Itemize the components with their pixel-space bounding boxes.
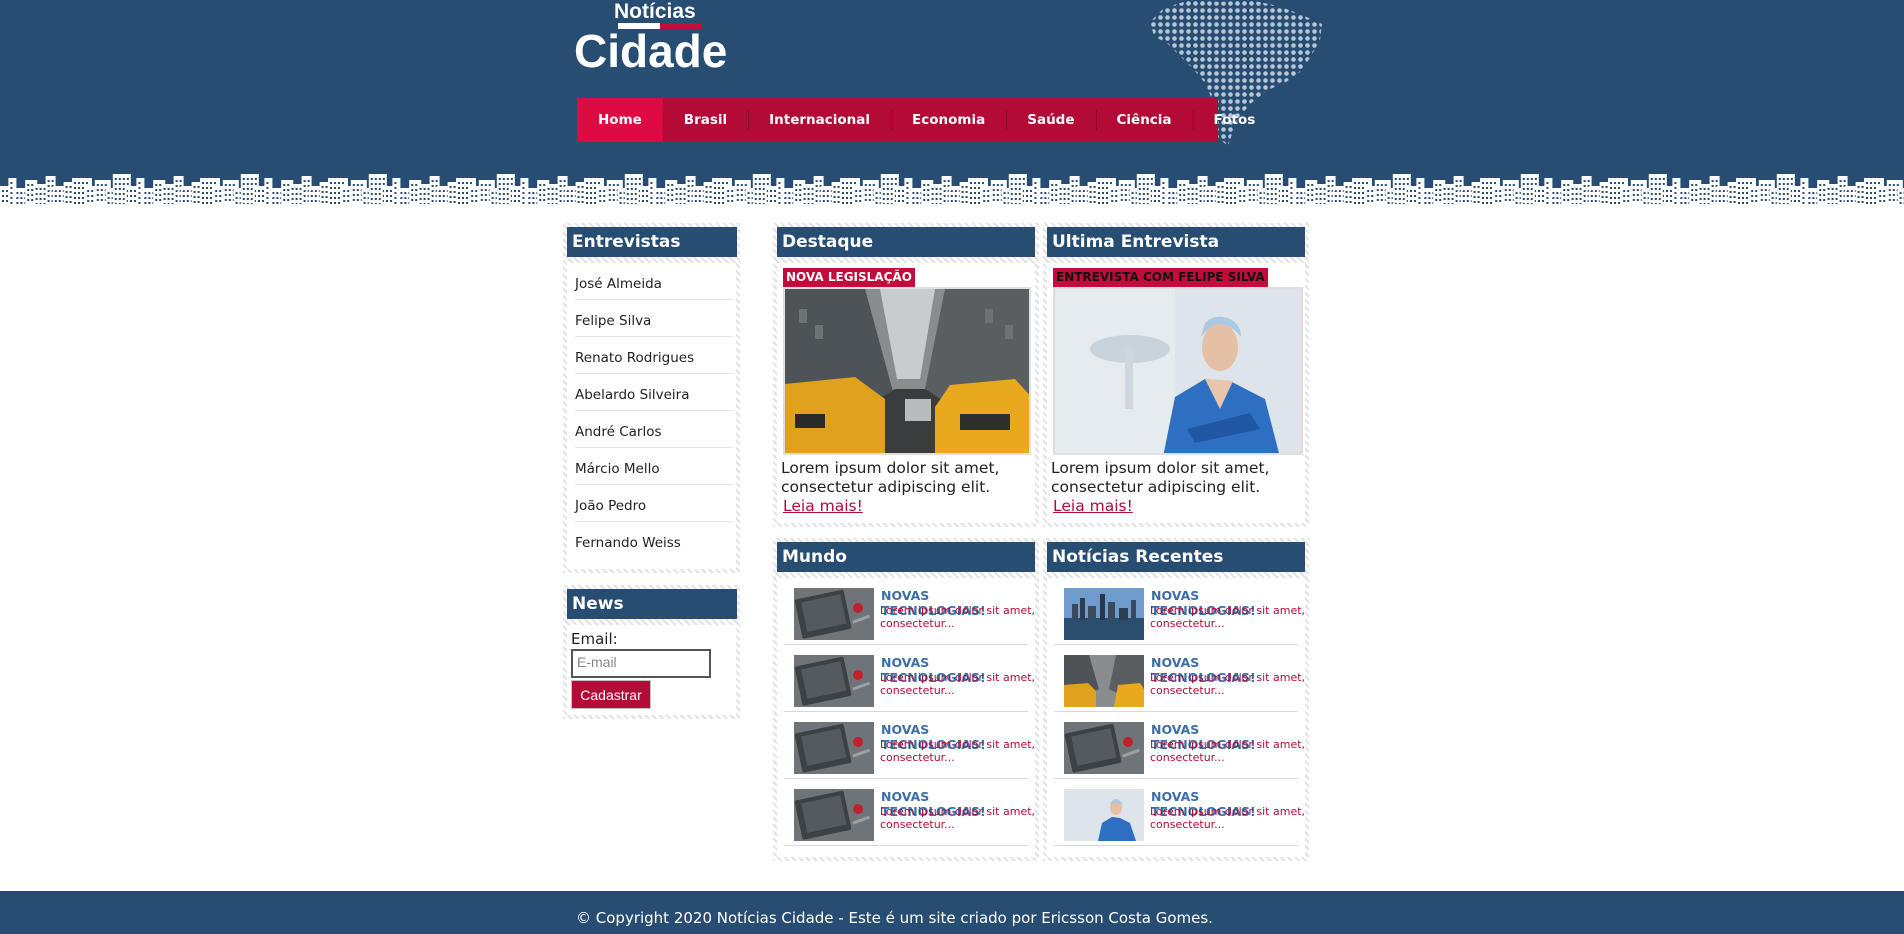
newsletter-panel: News Email: E-mail Cadastrar — [563, 585, 740, 719]
nav-item-economia[interactable]: Economia — [891, 98, 1006, 142]
site-footer: © Copyright 2020 Notícias Cidade - Este … — [0, 891, 1904, 934]
recentes-panel: Notícias Recentes NOVAS TECNOLOGIAS! Lore… — [1043, 538, 1309, 861]
entrevista-caption: Lorem ipsum dolor sit amet, consectetur … — [1051, 459, 1270, 496]
destaque-tag: NOVA LEGISLAÇÃO — [783, 268, 915, 287]
nav-item-saude[interactable]: Saúde — [1006, 98, 1095, 142]
nav-item-internacional[interactable]: Internacional — [748, 98, 891, 142]
mundo-item-excerpt: Lorem ipsum dolor sit amet, consectetur.… — [880, 805, 1036, 831]
entrevista-link[interactable]: Renato Rodrigues — [575, 337, 733, 374]
entrevista-link[interactable]: Abelardo Silveira — [575, 374, 733, 411]
email-label: Email: — [571, 630, 618, 648]
destaque-photo[interactable] — [783, 287, 1031, 455]
recentes-thumbnail[interactable] — [1064, 655, 1144, 707]
logo-big-text: Cidade — [574, 25, 728, 77]
nav-item-ciencia[interactable]: Ciência — [1095, 98, 1193, 142]
mundo-thumbnail[interactable] — [794, 722, 874, 774]
entrevista-read-more-link[interactable]: Leia mais! — [1053, 497, 1133, 515]
city-taxi-image — [785, 289, 1029, 453]
logo-small-text: Notícias — [614, 0, 696, 23]
mundo-item-excerpt: Lorem ipsum dolor sit amet, consectetur.… — [880, 738, 1036, 764]
entrevista-link[interactable]: José Almeida — [575, 263, 733, 300]
subscribe-button[interactable]: Cadastrar — [571, 680, 651, 709]
mundo-thumbnail[interactable] — [794, 655, 874, 707]
doctor-image — [1055, 289, 1301, 453]
entrevista-photo[interactable] — [1053, 287, 1303, 455]
main-nav: Home Brasil Internacional Economia Saúde Ciên… — [577, 98, 1255, 142]
destaque-title: Destaque — [777, 227, 1035, 257]
mundo-list-item[interactable]: NOVAS TECNOLOGIAS! Lorem ipsum dolor sit … — [784, 712, 1035, 779]
mundo-thumbnail[interactable] — [794, 789, 874, 841]
destaque-content: NOVA LEGISLAÇÃO Lorem ipsum dolor sit am… — [777, 263, 1035, 523]
recentes-item-excerpt: Lorem ipsum dolor sit amet, consectetur.… — [1150, 604, 1306, 630]
ultima-entrevista-content: ENTREVISTA COM FELIPE SILVA Lorem ipsum … — [1047, 263, 1305, 523]
nav-item-fotos[interactable]: Fotos — [1192, 98, 1277, 142]
mundo-list: NOVAS TECNOLOGIAS! Lorem ipsum dolor sit … — [777, 578, 1035, 857]
mundo-item-excerpt: Lorem ipsum dolor sit amet, consectetur.… — [880, 671, 1036, 697]
city-skyline-decoration — [0, 174, 1904, 208]
destaque-panel: Destaque NOVA LEGISLAÇÃO Lorem ipsum dol… — [773, 223, 1039, 527]
mundo-thumbnail[interactable] — [794, 588, 874, 640]
email-field[interactable]: E-mail — [571, 649, 711, 678]
recentes-thumbnail[interactable] — [1064, 789, 1144, 841]
entrevista-link[interactable]: Márcio Mello — [575, 448, 733, 485]
entrevistas-panel: Entrevistas José Almeida Felipe Silva Rena… — [563, 223, 740, 573]
entrevista-link[interactable]: Fernando Weiss — [575, 522, 733, 559]
ultima-entrevista-title: Ultima Entrevista — [1047, 227, 1305, 257]
mundo-panel: Mundo NOVAS TECNOLOGIAS! Lorem ipsum dolo… — [773, 538, 1039, 861]
mundo-title: Mundo — [777, 542, 1035, 572]
recentes-item-excerpt: Lorem ipsum dolor sit amet, consectetur.… — [1150, 805, 1306, 831]
mundo-list-item[interactable]: NOVAS TECNOLOGIAS! Lorem ipsum dolor sit … — [784, 645, 1035, 712]
entrevista-tag: ENTREVISTA COM FELIPE SILVA — [1053, 268, 1268, 287]
recentes-list-item[interactable]: NOVAS TECNOLOGIAS! Lorem ipsum dolor sit … — [1054, 779, 1305, 846]
recentes-list-item[interactable]: NOVAS TECNOLOGIAS! Lorem ipsum dolor sit … — [1054, 645, 1305, 712]
recentes-thumbnail[interactable] — [1064, 722, 1144, 774]
recentes-list-item[interactable]: NOVAS TECNOLOGIAS! Lorem ipsum dolor sit … — [1054, 712, 1305, 779]
destaque-read-more-link[interactable]: Leia mais! — [783, 497, 863, 515]
entrevista-link[interactable]: Felipe Silva — [575, 300, 733, 337]
mundo-list-item[interactable]: NOVAS TECNOLOGIAS! Lorem ipsum dolor sit … — [784, 779, 1035, 846]
copyright-text: © Copyright 2020 Notícias Cidade - Este … — [576, 909, 1213, 927]
site-logo[interactable]: Notícias Cidade — [574, 0, 734, 80]
recentes-list-item[interactable]: NOVAS TECNOLOGIAS! Lorem ipsum dolor sit … — [1054, 578, 1305, 645]
site-header: Notícias Cidade Home Brasil Internacional E… — [0, 0, 1904, 208]
mundo-item-excerpt: Lorem ipsum dolor sit amet, consectetur.… — [880, 604, 1036, 630]
entrevistas-list: José Almeida Felipe Silva Renato Rodrigues… — [567, 263, 736, 569]
nav-item-home[interactable]: Home — [577, 98, 663, 142]
entrevista-link[interactable]: André Carlos — [575, 411, 733, 448]
mundo-list-item[interactable]: NOVAS TECNOLOGIAS! Lorem ipsum dolor sit … — [784, 578, 1035, 645]
nav-item-brasil[interactable]: Brasil — [662, 98, 748, 142]
recentes-item-excerpt: Lorem ipsum dolor sit amet, consectetur.… — [1150, 738, 1306, 764]
newsletter-form: Email: E-mail Cadastrar — [567, 625, 736, 715]
recentes-title: Notícias Recentes — [1047, 542, 1305, 572]
entrevistas-title: Entrevistas — [567, 227, 737, 257]
news-title: News — [567, 589, 737, 619]
ultima-entrevista-panel: Ultima Entrevista ENTREVISTA COM FELIPE … — [1043, 223, 1309, 527]
recentes-thumbnail[interactable] — [1064, 588, 1144, 640]
recentes-item-excerpt: Lorem ipsum dolor sit amet, consectetur.… — [1150, 671, 1306, 697]
destaque-caption: Lorem ipsum dolor sit amet, consectetur … — [781, 459, 1000, 496]
recentes-list: NOVAS TECNOLOGIAS! Lorem ipsum dolor sit … — [1047, 578, 1305, 857]
entrevista-link[interactable]: João Pedro — [575, 485, 733, 522]
